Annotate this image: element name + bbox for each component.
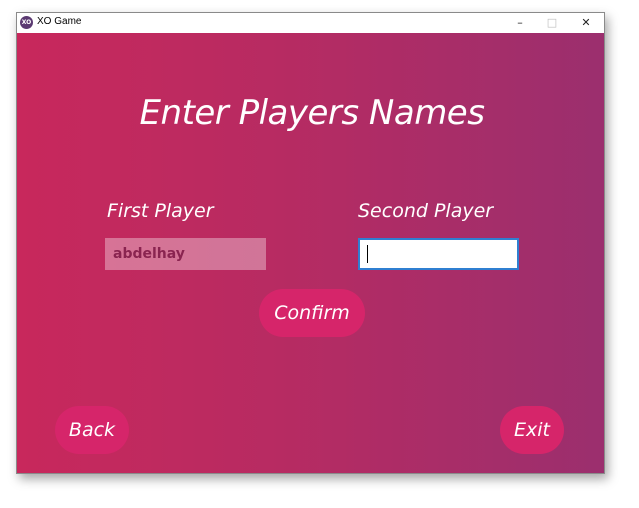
second-player-input[interactable] [358,238,519,270]
exit-button[interactable]: Exit [500,406,564,454]
second-player-label: Second Player [358,200,494,222]
window-title: XO Game [37,16,82,27]
app-window: XO XO Game – □ ✕ Enter Players Names Fir… [16,12,605,474]
app-icon: XO [20,16,33,29]
close-button[interactable]: ✕ [570,13,602,33]
minimize-button[interactable]: – [504,13,536,33]
page-title: Enter Players Names [139,93,485,133]
maximize-button[interactable]: □ [536,13,568,33]
text-caret [367,245,368,263]
back-button[interactable]: Back [55,406,129,454]
players-screen: Enter Players Names First Player Second … [17,33,604,473]
first-player-input[interactable] [105,238,266,270]
first-player-label: First Player [107,200,214,222]
title-bar[interactable]: XO XO Game – □ ✕ [17,13,604,33]
confirm-button[interactable]: Confirm [259,289,365,337]
